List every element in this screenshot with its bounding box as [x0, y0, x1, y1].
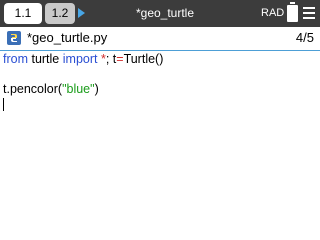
- header-divider: [0, 50, 320, 51]
- document-tab-bar: 1.1 1.2 *geo_turtle RAD: [0, 0, 320, 27]
- code-line-1[interactable]: from turtle import *; t=Turtle(): [3, 52, 318, 67]
- menu-icon[interactable]: [303, 7, 315, 19]
- battery-icon: [287, 2, 298, 22]
- editor-header: *geo_turtle.py 4/5: [0, 27, 320, 49]
- pencolor-close: ): [94, 82, 99, 96]
- turtle-constructor: Turtle(): [123, 52, 164, 66]
- code-line-2[interactable]: [3, 67, 318, 82]
- keyword-import: import: [62, 52, 98, 66]
- assignment-operator: =: [116, 52, 124, 66]
- assignment-target: ; t: [105, 52, 117, 66]
- calculator-screen: 1.1 1.2 *geo_turtle RAD *geo_turtle.py 4…: [0, 0, 320, 240]
- document-title: *geo_turtle: [135, 6, 195, 20]
- tab-scroll-right-icon[interactable]: [78, 8, 85, 18]
- page-indicator: 4/5: [295, 30, 314, 45]
- pencolor-call: t.pencolor(: [3, 82, 63, 96]
- code-line-3[interactable]: t.pencolor("blue"): [3, 82, 318, 97]
- keyword-from: from: [3, 52, 28, 66]
- angle-mode-indicator: RAD: [261, 7, 285, 19]
- color-string: "blue": [62, 82, 95, 96]
- code-line-4[interactable]: [3, 97, 318, 112]
- tab-page-1-1[interactable]: 1.1: [4, 3, 42, 24]
- tab-page-1-2[interactable]: 1.2: [45, 3, 75, 24]
- module-name: turtle: [28, 52, 63, 66]
- file-name: *geo_turtle.py: [27, 30, 108, 45]
- text-cursor: [3, 98, 4, 112]
- python-file-icon: [7, 31, 21, 45]
- code-editor[interactable]: from turtle import *; t=Turtle() t.penco…: [3, 52, 318, 237]
- import-star: *: [97, 52, 106, 66]
